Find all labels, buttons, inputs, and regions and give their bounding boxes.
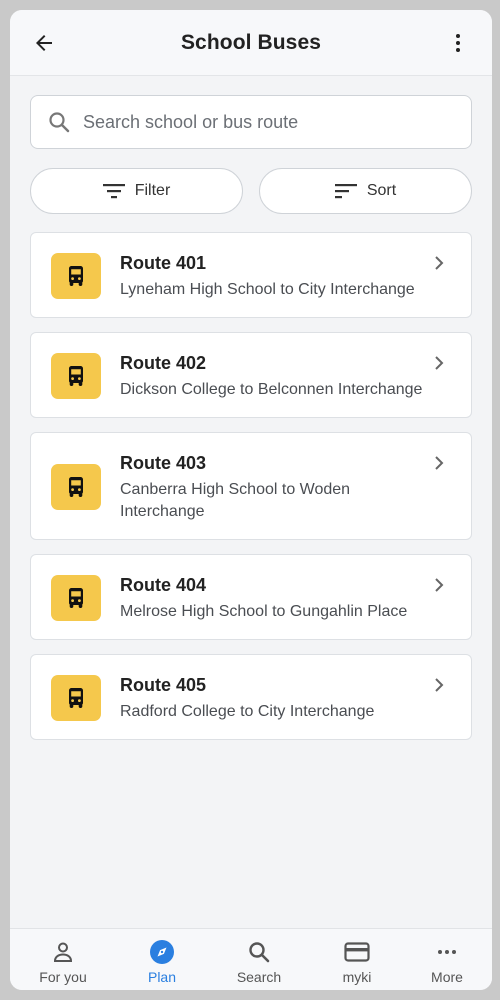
route-description: Melrose High School to Gungahlin Place (120, 603, 408, 620)
chevron-right-icon (435, 456, 444, 470)
nav-item-search[interactable]: Search (211, 929, 307, 990)
more-options-button[interactable] (444, 29, 472, 57)
chevron-right-icon (435, 356, 444, 370)
nav-item-plan[interactable]: Plan (114, 929, 210, 990)
back-button[interactable] (30, 29, 58, 57)
route-description: Canberra High School to Woden Interchang… (120, 481, 351, 520)
nav-label: More (431, 969, 463, 985)
bus-icon (69, 588, 83, 608)
route-name: Route 403 (120, 453, 207, 473)
bus-icon (69, 366, 83, 386)
chevron-right-icon (435, 578, 444, 592)
route-card-402[interactable]: Route 402 Dickson College to Belconnen I… (30, 332, 472, 418)
search-icon (246, 939, 272, 965)
route-description: Radford College to City Interchange (120, 703, 375, 720)
route-card-404[interactable]: Route 404 Melrose High School to Gungahl… (30, 554, 472, 640)
more-vertical-icon (456, 34, 460, 52)
route-name: Route 401 (120, 253, 207, 273)
nav-label: Search (236, 969, 282, 985)
person-icon (50, 939, 76, 965)
chevron-right-icon (435, 678, 444, 692)
nav-label: Plan (147, 969, 177, 985)
route-card-405[interactable]: Route 405 Radford College to City Interc… (30, 654, 472, 740)
search-box (30, 95, 472, 149)
sort-button[interactable]: Sort (259, 168, 472, 214)
route-card-403[interactable]: Route 403 Canberra High School to Woden … (30, 432, 472, 540)
search-input[interactable] (83, 111, 443, 133)
arrow-left-icon (36, 35, 52, 51)
bus-icon-badge (51, 464, 101, 510)
chevron-right-icon (435, 256, 444, 270)
filter-label: Filter (134, 182, 171, 199)
page-title: School Buses (180, 30, 322, 54)
bus-icon (69, 688, 83, 708)
bus-icon-badge (51, 353, 101, 399)
nav-label: For you (39, 969, 87, 985)
bus-icon (69, 266, 83, 286)
filter-button[interactable]: Filter (30, 168, 243, 214)
nav-label: myki (342, 969, 372, 985)
sort-label: Sort (366, 182, 397, 199)
route-description: Lyneham High School to City Interchange (120, 281, 415, 298)
nav-item-more[interactable]: More (399, 929, 492, 990)
filter-icon (102, 184, 125, 199)
app-screen: School Buses Filter Sort (10, 10, 492, 990)
route-card-401[interactable]: Route 401 Lyneham High School to City In… (30, 232, 472, 318)
more-horizontal-icon (434, 939, 460, 965)
app-bar: School Buses (10, 10, 492, 76)
route-name: Route 405 (120, 675, 207, 695)
bus-icon (69, 477, 83, 497)
bottom-navigation: For you Plan Search myki More (10, 928, 492, 990)
compass-icon (149, 939, 175, 965)
route-name: Route 402 (120, 353, 207, 373)
search-icon (49, 112, 70, 133)
bus-icon-badge (51, 675, 101, 721)
nav-item-for-you[interactable]: For you (15, 929, 111, 990)
bus-icon-badge (51, 575, 101, 621)
card-icon (344, 939, 370, 965)
route-description: Dickson College to Belconnen Interchange (120, 381, 423, 398)
nav-item-myki[interactable]: myki (309, 929, 405, 990)
sort-icon (334, 184, 357, 199)
route-name: Route 404 (120, 575, 207, 595)
bus-icon-badge (51, 253, 101, 299)
